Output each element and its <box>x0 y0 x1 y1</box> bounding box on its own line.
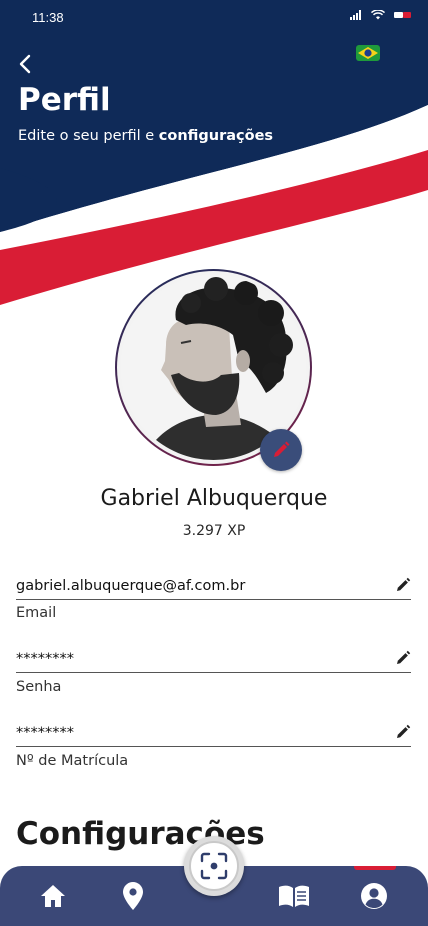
status-bar: 11:38 <box>0 0 428 34</box>
field-underline <box>16 746 411 747</box>
status-time: 11:38 <box>32 10 64 25</box>
user-xp: 3.297 XP <box>182 523 246 539</box>
nav-profile[interactable] <box>358 880 390 912</box>
edit-avatar-button[interactable] <box>260 429 302 471</box>
registration-value[interactable]: ******** <box>16 722 384 744</box>
user-icon <box>361 883 387 909</box>
battery-icon <box>394 12 411 18</box>
password-field[interactable]: ******** <box>16 648 411 673</box>
scan-button[interactable] <box>184 836 244 896</box>
signal-icon <box>350 10 361 20</box>
map-pin-icon <box>123 882 143 910</box>
subtitle-text: Edite o seu perfil e <box>18 128 159 144</box>
nav-active-indicator <box>354 866 396 870</box>
chevron-left-icon <box>19 54 31 74</box>
email-field[interactable]: gabriel.albuquerque@af.com.br <box>16 575 411 600</box>
nav-map[interactable] <box>117 880 149 912</box>
registration-label: Nº de Matrícula <box>16 753 129 769</box>
edit-email-icon[interactable] <box>395 577 411 593</box>
status-icons <box>350 10 412 20</box>
edit-password-icon[interactable] <box>395 650 411 666</box>
edit-registration-icon[interactable] <box>395 724 411 740</box>
nav-home[interactable] <box>37 880 69 912</box>
brazil-flag-icon[interactable] <box>355 44 381 62</box>
pencil-icon <box>274 441 290 457</box>
wifi-icon <box>371 10 385 20</box>
registration-field[interactable]: ******** <box>16 722 411 747</box>
password-label: Senha <box>16 679 62 695</box>
subtitle-bold-text: configurações <box>158 128 274 144</box>
home-icon <box>41 885 65 907</box>
back-button[interactable] <box>12 50 38 78</box>
qr-scan-icon <box>200 852 228 880</box>
page-subtitle: Edite o seu perfil e configurações <box>18 128 273 144</box>
user-name: Gabriel Albuquerque <box>100 486 328 511</box>
nav-library[interactable] <box>278 880 310 912</box>
email-label: Email <box>16 605 57 621</box>
password-value[interactable]: ******** <box>16 648 384 670</box>
field-underline <box>16 672 411 673</box>
email-value[interactable]: gabriel.albuquerque@af.com.br <box>16 575 384 597</box>
book-icon <box>279 885 309 907</box>
scan-button-inner <box>189 841 239 891</box>
field-underline <box>16 599 411 600</box>
page-title: Perfil <box>18 82 111 118</box>
